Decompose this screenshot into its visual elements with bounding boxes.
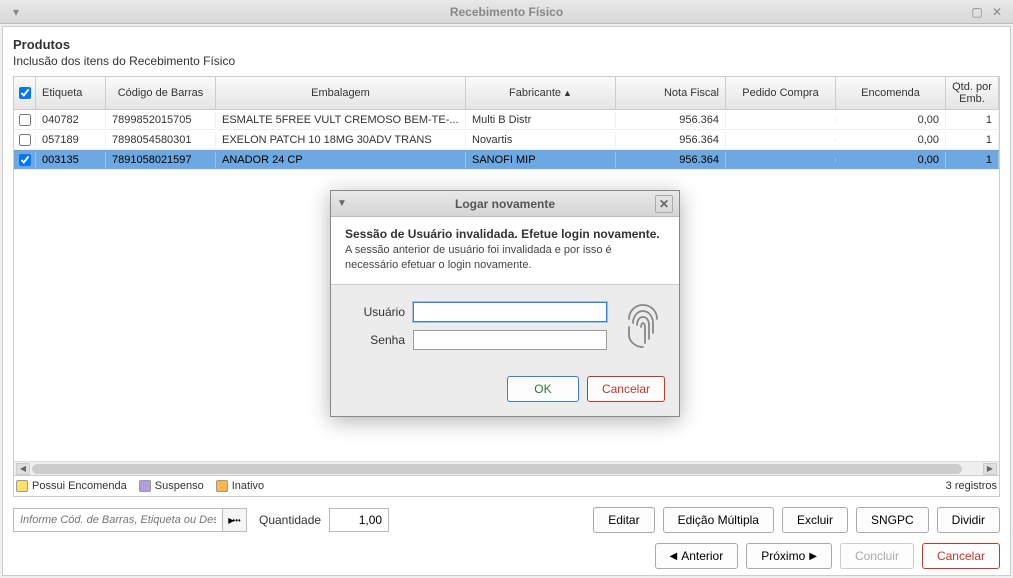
select-all-checkbox[interactable] [19, 87, 31, 99]
cell-pedido [726, 138, 836, 142]
cell-qtd: 1 [946, 152, 999, 168]
login-modal: ▼ Logar novamente ✕ Sessão de Usuário in… [330, 190, 680, 417]
col-encomenda[interactable]: Encomenda [836, 77, 946, 109]
legend-encomenda: Possui Encomenda [16, 480, 127, 492]
search-lookup-button[interactable]: ▸••• [223, 508, 247, 532]
col-etiqueta[interactable]: Etiqueta [36, 77, 106, 109]
modal-ok-button[interactable]: OK [507, 376, 579, 402]
window-maximize-icon[interactable]: ▢ [969, 4, 985, 20]
modal-subtext: A sessão anterior de usuário foi invalid… [345, 243, 665, 274]
swatch-orange-icon [216, 480, 228, 492]
legend-inativo: Inativo [216, 480, 264, 492]
cell-encomenda: 0,00 [836, 132, 946, 148]
modal-cancel-button[interactable]: Cancelar [587, 376, 665, 402]
scroll-left-icon[interactable]: ◀ [16, 463, 30, 475]
col-embalagem[interactable]: Embalagem [216, 77, 466, 109]
quantity-input[interactable] [329, 508, 389, 532]
sort-asc-icon: ▲ [563, 88, 572, 98]
cell-embalagem: EXELON PATCH 10 18MG 30ADV TRANS [216, 132, 466, 148]
user-label: Usuário [345, 305, 405, 319]
col-nota[interactable]: Nota Fiscal [616, 77, 726, 109]
cell-nota: 956.364 [616, 112, 726, 128]
cell-embalagem: ESMALTE 5FREE VULT CREMOSO BEM-TE-... [216, 112, 466, 128]
triangle-right-icon: ▶ [809, 551, 817, 562]
table-row[interactable]: 0407827899852015705ESMALTE 5FREE VULT CR… [14, 110, 999, 130]
fingerprint-icon[interactable] [621, 299, 665, 362]
password-input[interactable] [413, 330, 607, 350]
cell-etiqueta: 003135 [36, 152, 106, 168]
cell-encomenda: 0,00 [836, 152, 946, 168]
cell-fabricante: Multi B Distr [466, 112, 616, 128]
swatch-purple-icon [139, 480, 151, 492]
cell-barras: 7891058021597 [106, 152, 216, 168]
cell-barras: 7898054580301 [106, 132, 216, 148]
cell-qtd: 1 [946, 112, 999, 128]
titlebar: ▾ Recebimento Físico ▢ ✕ [0, 0, 1013, 24]
cell-embalagem: ANADOR 24 CP [216, 152, 466, 168]
editar-button[interactable]: Editar [593, 507, 654, 533]
cell-encomenda: 0,00 [836, 112, 946, 128]
row-checkbox-cell [14, 132, 36, 148]
cancelar-button[interactable]: Cancelar [922, 543, 1000, 569]
table-row[interactable]: 0571897898054580301EXELON PATCH 10 18MG … [14, 130, 999, 150]
legend-suspenso: Suspenso [139, 480, 204, 492]
minimize-indicator-icon: ▾ [8, 4, 24, 20]
cell-qtd: 1 [946, 132, 999, 148]
cell-pedido [726, 158, 836, 162]
page-subtitle: Inclusão dos itens do Recebimento Físico [13, 54, 1000, 68]
cell-pedido [726, 118, 836, 122]
cell-fabricante: SANOFI MIP [466, 152, 616, 168]
quantity-label: Quantidade [259, 513, 321, 527]
table-row[interactable]: 0031357891058021597ANADOR 24 CPSANOFI MI… [14, 150, 999, 170]
cell-fabricante: Novartis [466, 132, 616, 148]
row-checkbox-cell [14, 112, 36, 128]
col-pedido[interactable]: Pedido Compra [726, 77, 836, 109]
legend-bar: Possui Encomenda Suspenso Inativo 3 regi… [13, 476, 1000, 497]
cell-nota: 956.364 [616, 152, 726, 168]
row-checkbox[interactable] [19, 134, 31, 146]
triangle-left-icon: ◀ [670, 551, 678, 562]
modal-titlebar: ▼ Logar novamente ✕ [331, 191, 679, 217]
concluir-button[interactable]: Concluir [840, 543, 914, 569]
record-count: 3 registros [946, 480, 997, 492]
cell-etiqueta: 040782 [36, 112, 106, 128]
window-close-icon[interactable]: ✕ [989, 4, 1005, 20]
proximo-button[interactable]: Próximo▶ [746, 543, 832, 569]
edicao-multipla-button[interactable]: Edição Múltipla [663, 507, 774, 533]
search-input[interactable] [13, 508, 223, 532]
scroll-right-icon[interactable]: ▶ [983, 463, 997, 475]
pass-label: Senha [345, 333, 405, 347]
username-input[interactable] [413, 302, 607, 322]
excluir-button[interactable]: Excluir [782, 507, 848, 533]
page-title: Produtos [13, 37, 1000, 52]
window-title: Recebimento Físico [450, 5, 563, 19]
col-barras[interactable]: Código de Barras [106, 77, 216, 109]
row-checkbox[interactable] [19, 154, 31, 166]
cell-barras: 7899852015705 [106, 112, 216, 128]
swatch-yellow-icon [16, 480, 28, 492]
scroll-thumb[interactable] [32, 464, 962, 474]
header-checkbox-cell [14, 77, 36, 109]
dividir-button[interactable]: Dividir [937, 507, 1000, 533]
modal-title-text: Logar novamente [455, 197, 555, 211]
row-checkbox[interactable] [19, 114, 31, 126]
sngpc-button[interactable]: SNGPC [856, 507, 929, 533]
modal-close-icon[interactable]: ✕ [655, 195, 673, 213]
row-checkbox-cell [14, 152, 36, 168]
anterior-button[interactable]: ◀Anterior [655, 543, 739, 569]
modal-heading: Sessão de Usuário invalidada. Efetue log… [345, 227, 665, 241]
table-header: Etiqueta Código de Barras Embalagem Fabr… [14, 77, 999, 110]
col-fabricante[interactable]: Fabricante▲ [466, 77, 616, 109]
cell-nota: 956.364 [616, 132, 726, 148]
modal-collapse-icon[interactable]: ▼ [337, 198, 347, 209]
col-qtd[interactable]: Qtd. por Emb. [946, 77, 999, 109]
horizontal-scrollbar[interactable]: ◀ ▶ [14, 461, 999, 475]
cell-etiqueta: 057189 [36, 132, 106, 148]
